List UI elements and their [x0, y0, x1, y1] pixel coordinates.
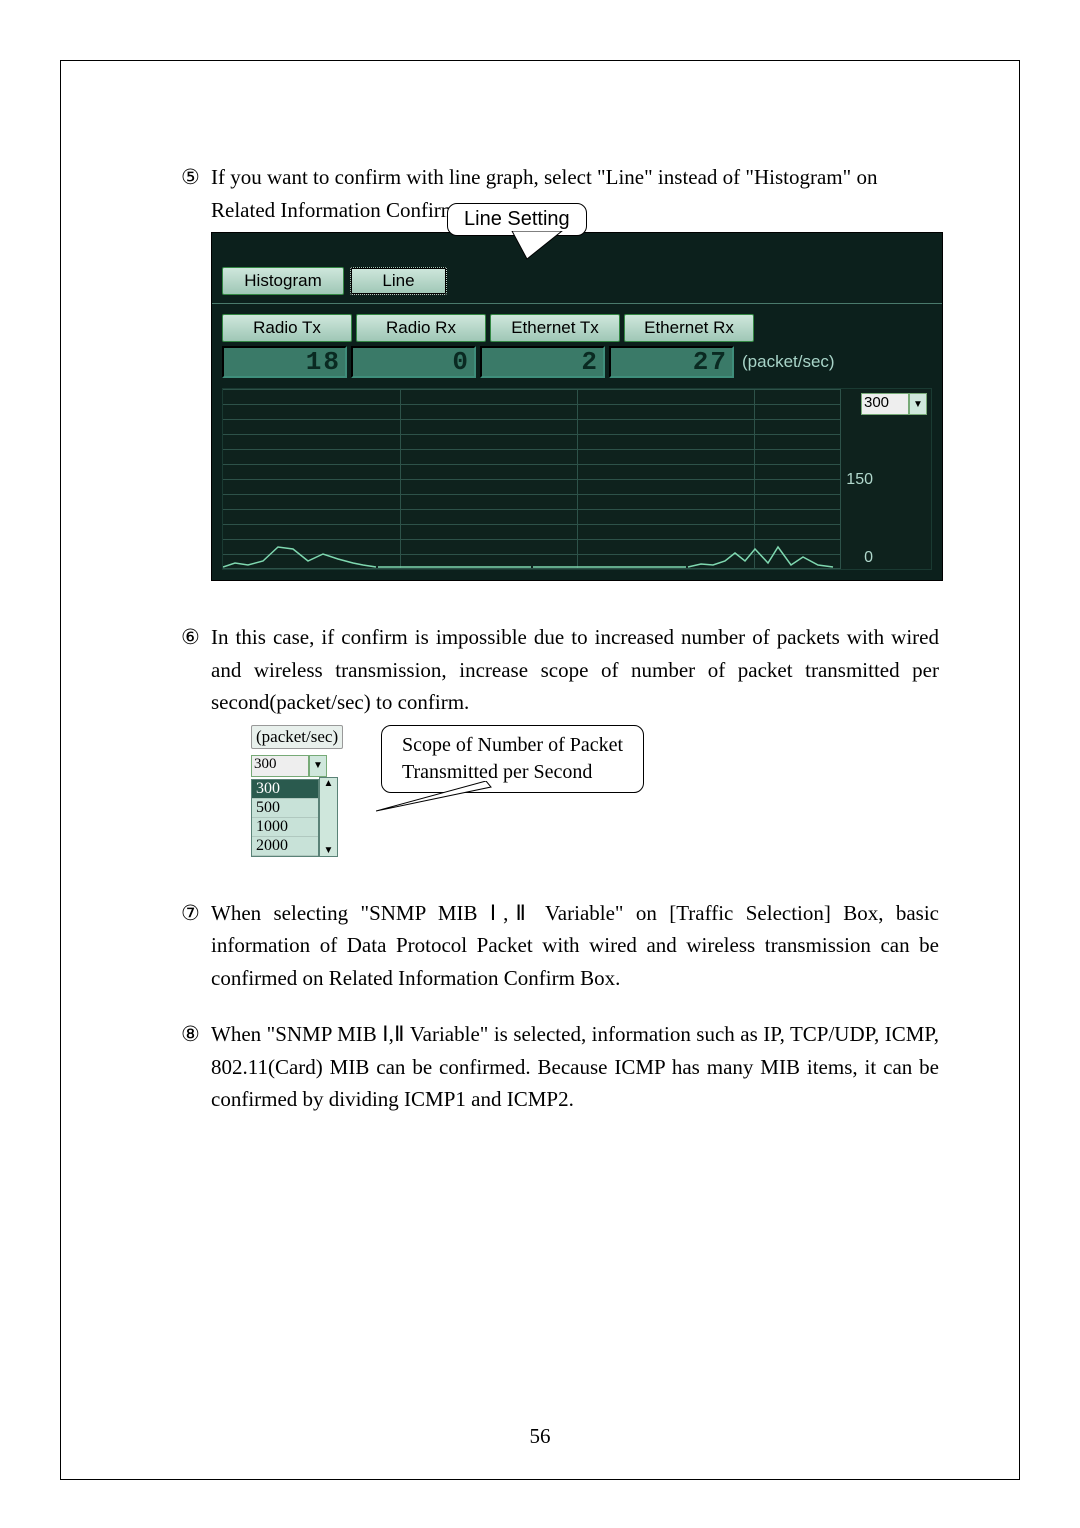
ethernet-tx-value: 2 [480, 346, 605, 378]
option-300[interactable]: 300 [252, 780, 318, 799]
radio-tx-header: Radio Tx [222, 314, 352, 342]
unit-label-2: (packet/sec) [251, 725, 343, 749]
list-scrollbar[interactable]: ▲ ▼ [319, 777, 338, 857]
line-graph-area: 300 ▼ 150 0 [222, 388, 932, 570]
list-marker: ⑧ [181, 1018, 211, 1116]
scale-value: 300 [861, 393, 909, 415]
list-item-7: ⑦ When selecting "SNMP MIB Ⅰ,Ⅱ Variable"… [181, 897, 939, 995]
callout-line1: Scope of Number of Packet [402, 732, 623, 759]
traces-icon [223, 389, 843, 569]
scale-options-list[interactable]: 300 500 1000 2000 [251, 779, 319, 857]
ethernet-tx-header: Ethernet Tx [490, 314, 620, 342]
histogram-tab-button[interactable]: Histogram [222, 267, 344, 295]
scroll-down-icon[interactable]: ▼ [324, 845, 334, 856]
list-text: In this case, if confirm is impossible d… [211, 621, 939, 719]
ethernet-rx-value: 27 [609, 346, 734, 378]
list-marker: ⑦ [181, 897, 211, 995]
ethernet-rx-header: Ethernet Rx [624, 314, 754, 342]
radio-tx-value: 18 [222, 346, 347, 378]
callout-pointer-icon [507, 231, 567, 261]
scale-value-2: 300 [251, 755, 309, 777]
line-tab-button[interactable]: Line [350, 267, 447, 295]
list-text: When selecting "SNMP MIB Ⅰ,Ⅱ Variable" o… [211, 897, 939, 995]
scope-screenshot: (packet/sec) 300 ▼ 300 500 1000 2000 [251, 725, 939, 857]
scroll-up-icon[interactable]: ▲ [324, 778, 334, 789]
list-text: When "SNMP MIB Ⅰ,Ⅱ Variable" is selected… [211, 1018, 939, 1116]
option-500[interactable]: 500 [252, 799, 318, 818]
unit-label: (packet/sec) [742, 352, 835, 372]
dropdown-icon[interactable]: ▼ [309, 755, 327, 777]
list-item-8: ⑧ When "SNMP MIB Ⅰ,Ⅱ Variable" is select… [181, 1018, 939, 1116]
y-axis-min-label: 0 [864, 549, 873, 567]
option-1000[interactable]: 1000 [252, 818, 318, 837]
radio-rx-value: 0 [351, 346, 476, 378]
scale-select[interactable]: 300 ▼ [861, 393, 927, 415]
callout-pointer-icon [376, 781, 496, 821]
dropdown-icon[interactable]: ▼ [909, 393, 927, 415]
radio-rx-header: Radio Rx [356, 314, 486, 342]
scale-select-2[interactable]: 300 ▼ [251, 755, 371, 777]
page-number: 56 [61, 1424, 1019, 1449]
list-marker: ⑤ [181, 161, 211, 226]
list-marker: ⑥ [181, 621, 211, 719]
line-setting-screenshot: Line Setting Histogram Line Radio Tx Rad… [211, 232, 943, 581]
option-2000[interactable]: 2000 [252, 837, 318, 856]
y-axis-mid-label: 150 [846, 471, 873, 489]
list-item-6: ⑥ In this case, if confirm is impossible… [181, 621, 939, 719]
